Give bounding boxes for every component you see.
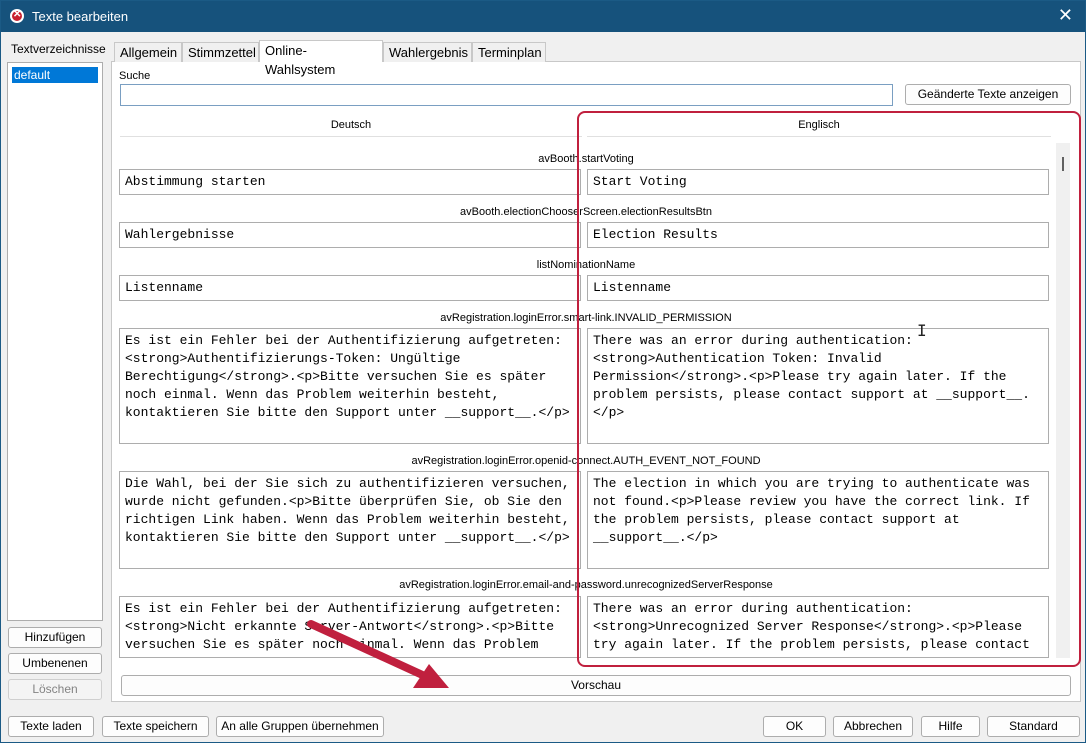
german-text-field[interactable]: Listenname bbox=[119, 275, 581, 301]
directories-label: Textverzeichnisse bbox=[11, 42, 106, 56]
close-icon[interactable]: ✕ bbox=[1058, 5, 1073, 26]
tab-online-wahlsystem[interactable]: Online-Wahlsystem bbox=[259, 40, 383, 77]
english-text-field[interactable]: The election in which you are trying to … bbox=[587, 471, 1049, 569]
tab-wahlergebnis[interactable]: Wahlergebnis bbox=[383, 42, 472, 62]
search-input[interactable] bbox=[120, 84, 893, 106]
english-text-field[interactable]: Election Results bbox=[587, 222, 1049, 248]
text-key-label: listNominationName bbox=[536, 259, 636, 271]
english-text-field[interactable]: Listenname bbox=[587, 275, 1049, 301]
rename-directory-button[interactable]: Umbenenen bbox=[8, 653, 102, 674]
tab-stimmzettel[interactable]: Stimmzettel bbox=[182, 42, 259, 62]
english-text-field[interactable]: There was an error during authentication… bbox=[587, 596, 1049, 658]
text-key-label: avRegistration.loginError.email-and-pass… bbox=[399, 579, 773, 591]
help-button[interactable]: Hilfe bbox=[921, 716, 980, 737]
column-header-english: Englisch bbox=[587, 119, 1051, 137]
text-key-label: avBooth.startVoting bbox=[538, 153, 634, 165]
tab-allgemein[interactable]: Allgemein bbox=[114, 42, 182, 62]
text-key-label: avBooth.electionChooserScreen.electionRe… bbox=[460, 206, 712, 218]
load-texts-button[interactable]: Texte laden bbox=[8, 716, 94, 737]
preview-button[interactable]: Vorschau bbox=[121, 675, 1071, 696]
apply-all-groups-button[interactable]: An alle Gruppen übernehmen bbox=[216, 716, 384, 737]
german-text-field[interactable]: Wahlergebnisse bbox=[119, 222, 581, 248]
vertical-scrollbar[interactable] bbox=[1056, 143, 1070, 658]
german-text-field[interactable]: Abstimmung starten bbox=[119, 169, 581, 195]
window-title: Texte bearbeiten bbox=[32, 9, 129, 24]
directory-list[interactable]: default bbox=[7, 62, 103, 621]
default-button[interactable]: Standard bbox=[987, 716, 1080, 737]
english-text-field[interactable]: Start Voting bbox=[587, 169, 1049, 195]
save-texts-button[interactable]: Texte speichern bbox=[102, 716, 209, 737]
english-text-field[interactable]: There was an error during authentication… bbox=[587, 328, 1049, 444]
scroll-thumb[interactable] bbox=[1062, 157, 1064, 171]
add-directory-button[interactable]: Hinzufügen bbox=[8, 627, 102, 648]
directory-item-default[interactable]: default bbox=[12, 67, 98, 83]
delete-directory-button[interactable]: Löschen bbox=[8, 679, 102, 700]
search-label: Suche bbox=[119, 70, 151, 82]
app-logo-icon bbox=[10, 9, 24, 23]
ok-button[interactable]: OK bbox=[763, 716, 826, 737]
german-text-field[interactable]: Die Wahl, bei der Sie sich zu authentifi… bbox=[119, 471, 581, 569]
text-cursor-icon: I bbox=[917, 321, 927, 340]
german-text-field[interactable]: Es ist ein Fehler bei der Authentifizier… bbox=[119, 328, 581, 444]
dialog-window: Texte bearbeiten ✕ Textverzeichnisse def… bbox=[0, 0, 1086, 743]
title-bar: Texte bearbeiten ✕ bbox=[1, 1, 1085, 32]
german-text-field[interactable]: Es ist ein Fehler bei der Authentifizier… bbox=[119, 596, 581, 658]
text-key-label: avRegistration.loginError.openid-connect… bbox=[411, 455, 761, 467]
tab-terminplan[interactable]: Terminplan bbox=[472, 42, 546, 62]
cancel-button[interactable]: Abbrechen bbox=[833, 716, 913, 737]
show-changed-texts-button[interactable]: Geänderte Texte anzeigen bbox=[905, 84, 1071, 105]
text-key-label: avRegistration.loginError.smart-link.INV… bbox=[440, 312, 732, 324]
column-header-german: Deutsch bbox=[120, 119, 582, 137]
